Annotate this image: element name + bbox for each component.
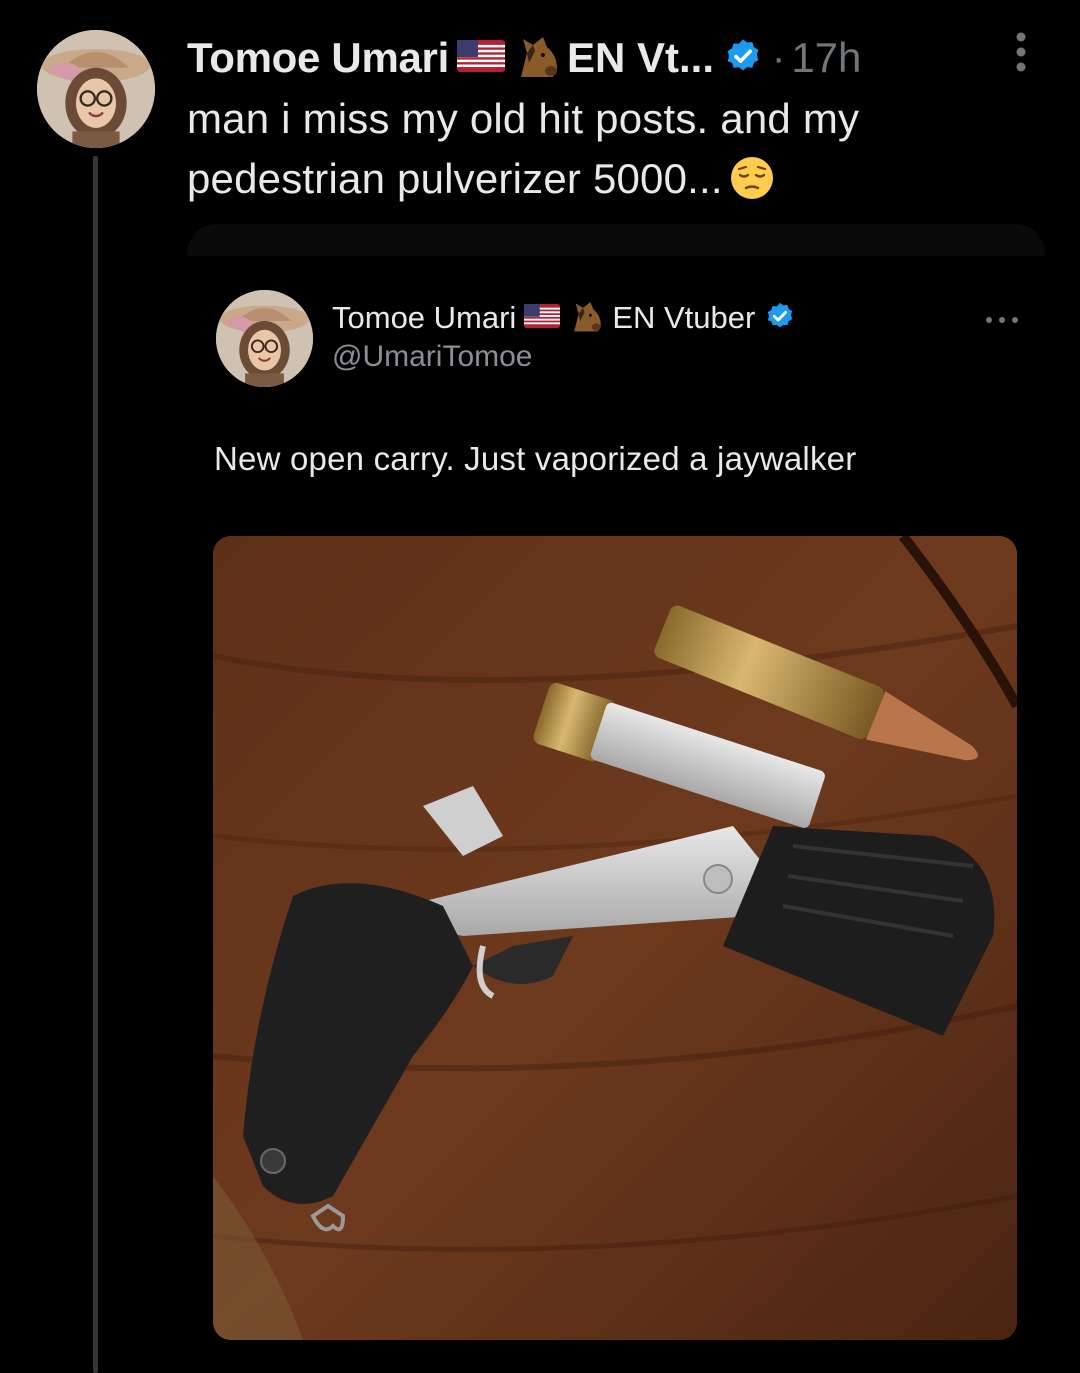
- post-header: Tomoe Umari EN Vt... · 17h: [187, 30, 861, 86]
- quoted-avatar-illustration: [216, 290, 313, 387]
- header-separator: ·: [772, 35, 786, 80]
- author-display-name[interactable]: Tomoe Umari: [187, 34, 449, 82]
- quoted-post-text: New open carry. Just vaporized a jaywalk…: [214, 440, 857, 477]
- quoted-verified-badge-icon[interactable]: [765, 301, 795, 336]
- post-text-line-1: man i miss my old hit posts. and my: [187, 95, 860, 142]
- quoted-author-name-suffix[interactable]: EN Vtuber: [612, 300, 755, 336]
- thread-connector-line: [93, 156, 98, 1373]
- verified-badge-icon[interactable]: [724, 37, 762, 80]
- post-timestamp[interactable]: 17h: [791, 34, 861, 82]
- us-flag-icon: [456, 39, 505, 77]
- author-avatar[interactable]: [37, 30, 155, 148]
- quoted-author-display-name[interactable]: Tomoe Umari: [332, 300, 516, 336]
- quoted-more-options-icon[interactable]: [984, 312, 1020, 323]
- post-text-line-2-content: pedestrian pulverizer 5000...: [187, 155, 723, 202]
- quoted-post-photo[interactable]: [213, 536, 1017, 1340]
- author-name-suffix[interactable]: EN Vt...: [567, 34, 714, 82]
- quoted-post-header: Tomoe Umari EN Vtuber: [332, 296, 795, 340]
- quoted-author-avatar[interactable]: [216, 290, 313, 387]
- quoted-author-handle[interactable]: @UmariTomoe: [332, 340, 533, 374]
- quoted-us-flag-icon: [524, 303, 561, 333]
- pistol-photo-illustration: [213, 536, 1017, 1340]
- pensive-face-icon: [729, 155, 775, 217]
- avatar-illustration: [37, 30, 155, 148]
- post-text: man i miss my old hit posts. and my pede…: [187, 89, 1047, 217]
- horse-face-icon: [513, 33, 561, 84]
- more-options-icon[interactable]: [1010, 30, 1032, 74]
- quoted-horse-face-icon: [568, 299, 604, 338]
- post-text-line-2: pedestrian pulverizer 5000...: [187, 149, 1047, 217]
